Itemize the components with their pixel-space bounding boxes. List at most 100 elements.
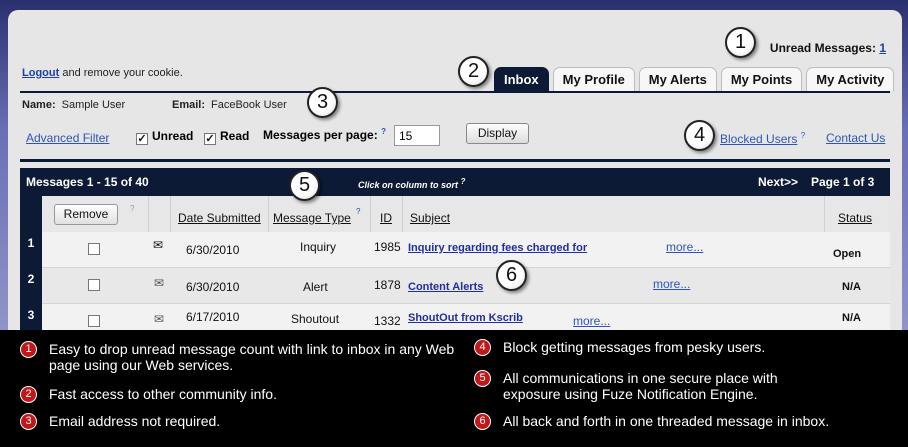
col-divider: [370, 196, 371, 232]
tab-bar: Inbox My Profile My Alerts My Points My …: [494, 67, 898, 91]
per-page-help[interactable]: ?: [381, 127, 386, 136]
type-help[interactable]: ?: [356, 207, 360, 216]
row-date: 6/30/2010: [186, 243, 240, 257]
logout-text: and remove your cookie.: [62, 67, 183, 79]
row-date: 6/17/2010: [186, 310, 240, 324]
tab-underline: [20, 91, 890, 93]
row-more-link[interactable]: more...: [573, 314, 610, 328]
envelope-open-icon: ✉: [154, 276, 165, 290]
row-status: N/A: [842, 312, 861, 324]
row-status: N/A: [842, 281, 861, 293]
table-row[interactable]: 2 ✉ 6/30/2010 Alert 1878 Content Alerts …: [20, 268, 890, 304]
tab-inbox[interactable]: Inbox: [494, 67, 549, 91]
col-divider: [402, 196, 403, 232]
row-type: Alert: [303, 280, 328, 294]
logout-link[interactable]: Logout: [22, 67, 59, 79]
row-number: 3: [27, 308, 35, 322]
inbox-panel: Unread Messages: 1 Logout and remove you…: [8, 10, 902, 330]
per-page-label: Messages per page: ?: [263, 127, 386, 142]
row-id: 1332: [374, 314, 401, 328]
legend-text: Email address not required.: [49, 413, 221, 429]
legend-number: 6: [474, 413, 491, 430]
column-id[interactable]: ID: [380, 211, 392, 225]
column-date[interactable]: Date Submitted: [178, 211, 261, 225]
unread-checkbox[interactable]: ✓: [136, 133, 148, 145]
callout-3: 3: [307, 87, 338, 118]
legend-number: 2: [20, 386, 37, 403]
row-checkbox[interactable]: [88, 279, 100, 291]
display-button[interactable]: Display: [466, 123, 529, 144]
read-filter[interactable]: ✓ Read: [204, 129, 249, 145]
tab-my-profile[interactable]: My Profile: [552, 67, 635, 91]
blocked-help[interactable]: ?: [801, 131, 805, 140]
row-id: 1985: [374, 240, 401, 254]
user-email: Email: FaceBook User: [172, 99, 302, 111]
sort-help[interactable]: ?: [461, 177, 466, 186]
column-status[interactable]: Status: [838, 211, 872, 225]
legend-number: 3: [20, 413, 37, 430]
unread-label: Unread Messages:: [769, 41, 876, 55]
read-checkbox[interactable]: ✓: [204, 133, 216, 145]
remove-help[interactable]: ?: [130, 204, 134, 213]
row-type: Inquiry: [300, 240, 337, 254]
row-status: Open: [833, 248, 862, 260]
tab-my-activity[interactable]: My Activity: [806, 67, 895, 91]
row-subject-link[interactable]: ShoutOut from Kscrib: [408, 312, 523, 324]
email-value: FaceBook User: [211, 99, 287, 111]
tab-my-alerts[interactable]: My Alerts: [638, 67, 717, 91]
email-label: Email:: [172, 99, 206, 111]
callout-6: 6: [496, 260, 527, 291]
read-filter-label: Read: [220, 129, 250, 143]
per-page-text: Messages per page:: [263, 128, 378, 142]
col-divider: [148, 196, 149, 232]
sort-hint-text: Click on column to sort: [358, 180, 459, 190]
row-checkbox[interactable]: [88, 315, 100, 327]
row-number-column: [20, 196, 42, 232]
row-subject-link[interactable]: Content Alerts: [408, 281, 483, 293]
legend-number: 4: [474, 339, 491, 356]
contact-us-link[interactable]: Contact Us: [826, 131, 885, 145]
callout-2: 2: [458, 56, 489, 87]
advanced-filter-link[interactable]: Advanced Filter: [26, 131, 109, 145]
legend-number: 1: [20, 341, 37, 358]
legend-text: Easy to drop unread message count with l…: [49, 341, 455, 373]
user-name: Name: Sample User: [22, 99, 142, 111]
unread-count-link[interactable]: 1: [879, 41, 886, 55]
row-subject-link[interactable]: Inquiry regarding fees charged for: [408, 242, 587, 254]
section-divider: [20, 159, 890, 162]
filter-bar: Advanced Filter ✓ Unread ✓ Read Messages p…: [22, 123, 888, 151]
remove-button[interactable]: Remove: [54, 204, 118, 225]
per-page-input[interactable]: [394, 125, 440, 146]
next-page-link[interactable]: Next>>: [758, 175, 798, 189]
logout-line: Logout and remove your cookie.: [22, 67, 183, 79]
row-date: 6/30/2010: [186, 280, 240, 294]
message-range: Messages 1 - 15 of 40: [26, 175, 149, 189]
unread-filter[interactable]: ✓ Unread: [136, 129, 193, 145]
row-more-link[interactable]: more...: [666, 240, 703, 254]
table-row[interactable]: 3 ✉ 6/17/2010 Shoutout 1332 ShoutOut fro…: [20, 304, 890, 330]
row-more-link[interactable]: more...: [653, 277, 690, 291]
unread-messages: Unread Messages: 1: [770, 41, 886, 55]
column-subject[interactable]: Subject: [410, 211, 450, 225]
legend-text: All communications in one secure place w…: [503, 370, 778, 402]
row-checkbox[interactable]: [88, 243, 100, 255]
sort-hint: Click on column to sort ?: [358, 177, 465, 190]
blocked-users: Blocked Users ?: [720, 131, 805, 146]
table-header-bar: Messages 1 - 15 of 40 Click on column to…: [20, 168, 890, 196]
column-type-label: Message Type: [273, 211, 351, 225]
callout-1: 1: [725, 27, 756, 58]
legend-text: Fast access to other community info.: [49, 386, 277, 402]
envelope-open-icon: ✉: [154, 312, 165, 326]
table-row[interactable]: 1 ✉ 6/30/2010 Inquiry 1985 Inquiry regar…: [20, 232, 890, 268]
name-label: Name:: [22, 99, 56, 111]
column-headers: Remove ? Date Submitted Message Type ? I…: [20, 196, 890, 232]
page-indicator: Page 1 of 3: [811, 175, 875, 189]
legend-number: 5: [474, 370, 491, 387]
callout-5: 5: [289, 170, 320, 201]
tab-my-points[interactable]: My Points: [720, 67, 803, 91]
row-number: 2: [27, 272, 35, 286]
column-type[interactable]: Message Type: [273, 211, 351, 225]
row-id: 1878: [374, 278, 401, 292]
name-value: Sample User: [61, 99, 126, 111]
blocked-users-link[interactable]: Blocked Users: [720, 132, 797, 146]
